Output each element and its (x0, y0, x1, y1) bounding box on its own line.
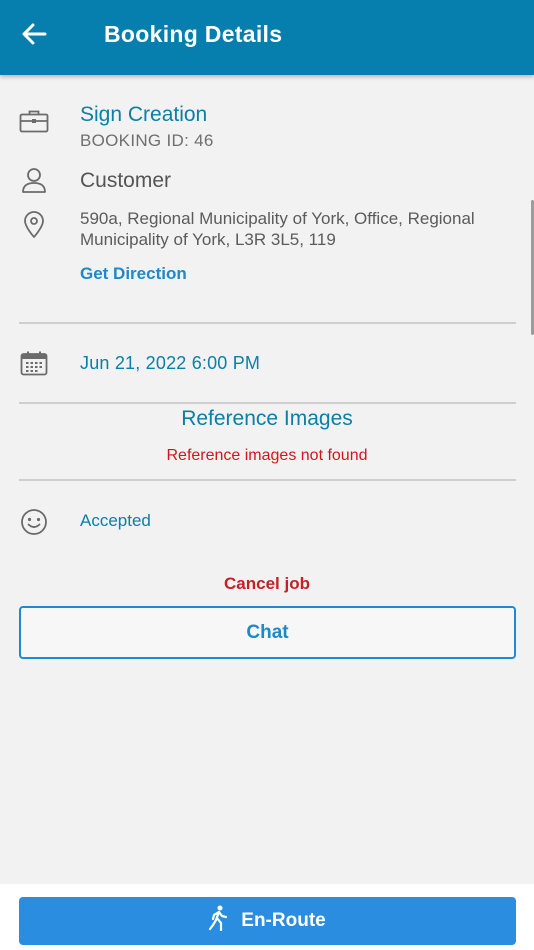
divider (19, 322, 516, 324)
get-direction-link[interactable]: Get Direction (80, 264, 187, 284)
reference-images-heading: Reference Images (181, 407, 353, 430)
briefcase-icon (19, 108, 49, 134)
location-pin-icon (23, 211, 45, 239)
divider (19, 479, 516, 481)
reference-images-empty-message: Reference images not found (166, 447, 368, 464)
en-route-label: En-Route (241, 910, 326, 931)
calendar-icon (20, 351, 48, 376)
back-button[interactable] (14, 18, 54, 54)
person-icon (21, 167, 47, 193)
en-route-button[interactable]: En-Route (19, 897, 516, 945)
walking-person-icon (209, 905, 229, 937)
booking-id: BOOKING ID: 46 (80, 131, 214, 150)
customer-name: Customer (80, 169, 172, 192)
address-text: 590a, Regional Municipality of York, Off… (80, 209, 475, 249)
cancel-job-button[interactable]: Cancel job (0, 574, 534, 594)
status-badge: Accepted (80, 511, 151, 530)
divider (19, 402, 516, 404)
booking-datetime: Jun 21, 2022 6:00 PM (80, 353, 261, 373)
smiley-icon (20, 508, 48, 536)
service-name: Sign Creation (80, 103, 208, 126)
app-bar: Booking Details (0, 0, 534, 75)
chat-button[interactable]: Chat (19, 606, 516, 659)
arrow-left-icon (21, 23, 47, 50)
page-title: Booking Details (104, 21, 283, 47)
